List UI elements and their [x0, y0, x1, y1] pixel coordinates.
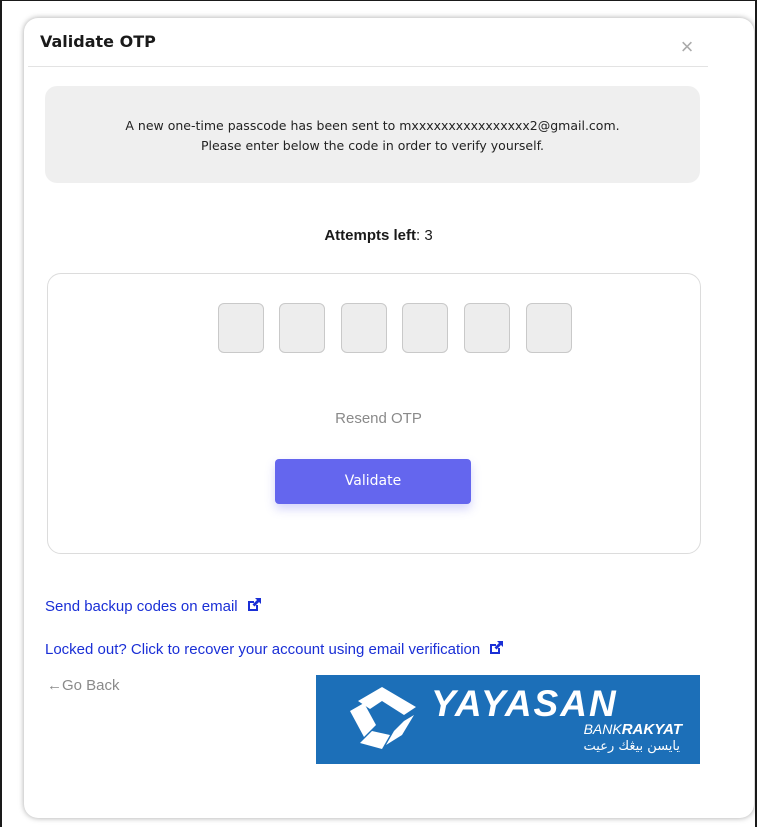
yayasan-bank-rakyat-logo: YAYASAN BANKRAKYAT يايسن بيڠك رعيت — [316, 675, 700, 764]
otp-digit-6[interactable] — [526, 303, 572, 353]
logo-jawi-text: يايسن بيڠك رعيت — [583, 739, 680, 754]
resend-otp-link[interactable]: Resend OTP — [0, 410, 757, 427]
attempts-label: Attempts left — [324, 227, 416, 244]
header-divider — [28, 66, 708, 67]
attempts-left: Attempts left: 3 — [0, 227, 757, 244]
external-link-icon — [490, 641, 504, 654]
go-back-link[interactable]: ←Go Back — [47, 677, 120, 694]
send-backup-codes-link[interactable]: Send backup codes on email — [45, 597, 262, 615]
otp-digit-5[interactable] — [464, 303, 510, 353]
otp-digit-2[interactable] — [279, 303, 325, 353]
logo-wordmark: YAYASAN — [431, 683, 618, 724]
otp-digit-3[interactable] — [341, 303, 387, 353]
logo-bank-bold: RAKYAT — [621, 721, 682, 738]
attempts-separator: : — [415, 227, 421, 244]
recover-account-label: Locked out? Click to recover your accoun… — [45, 641, 481, 658]
otp-sent-notice: A new one-time passcode has been sent to… — [45, 86, 700, 183]
attempts-value: 3 — [424, 227, 433, 244]
recover-account-link[interactable]: Locked out? Click to recover your accoun… — [45, 640, 504, 658]
logo-bank-prefix: BANK — [583, 721, 622, 737]
screen-frame-top — [0, 0, 757, 1]
send-backup-codes-label: Send backup codes on email — [45, 598, 238, 615]
notice-line-1: A new one-time passcode has been sent to… — [125, 118, 620, 133]
external-link-icon — [247, 598, 261, 611]
otp-digit-1[interactable] — [218, 303, 264, 353]
back-arrow-icon: ← — [47, 677, 62, 694]
notice-line-2: Please enter below the code in order to … — [200, 138, 545, 153]
logo-bank-name: BANKRAKYAT — [584, 721, 682, 738]
otp-digit-4[interactable] — [402, 303, 448, 353]
validate-button[interactable]: Validate — [275, 459, 471, 504]
modal-title: Validate OTP — [40, 32, 156, 51]
close-icon[interactable]: × — [678, 36, 696, 58]
logo-emblem-icon — [350, 687, 416, 749]
go-back-label: Go Back — [62, 677, 120, 694]
